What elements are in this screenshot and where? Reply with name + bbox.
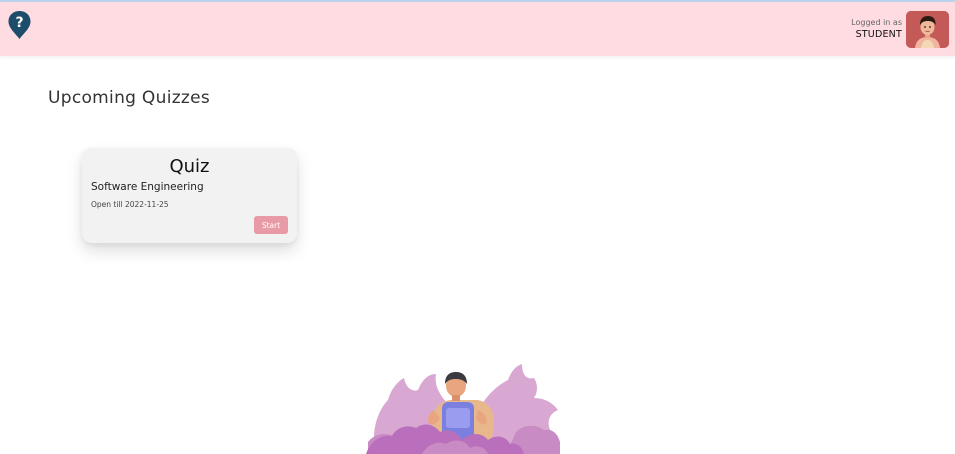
quiz-card: Quiz Software Engineering Open till 2022… <box>82 148 297 243</box>
svg-text:?: ? <box>15 15 23 31</box>
help-icon[interactable]: ? <box>7 10 32 40</box>
top-bar: ? Logged in as STUDENT <box>0 0 955 56</box>
student-avatar-icon <box>906 11 949 48</box>
login-info: Logged in as STUDENT <box>851 17 902 41</box>
login-role: STUDENT <box>855 29 902 40</box>
student-illustration <box>366 364 560 454</box>
quiz-title: Quiz <box>169 156 210 177</box>
start-quiz-button[interactable]: Start <box>254 216 288 234</box>
avatar[interactable] <box>906 11 949 48</box>
quiz-open-till: Open till 2022-11-25 <box>91 200 169 209</box>
page-title: Upcoming Quizzes <box>48 88 211 108</box>
login-label: Logged in as <box>851 18 902 27</box>
quiz-subject: Software Engineering <box>91 181 204 193</box>
